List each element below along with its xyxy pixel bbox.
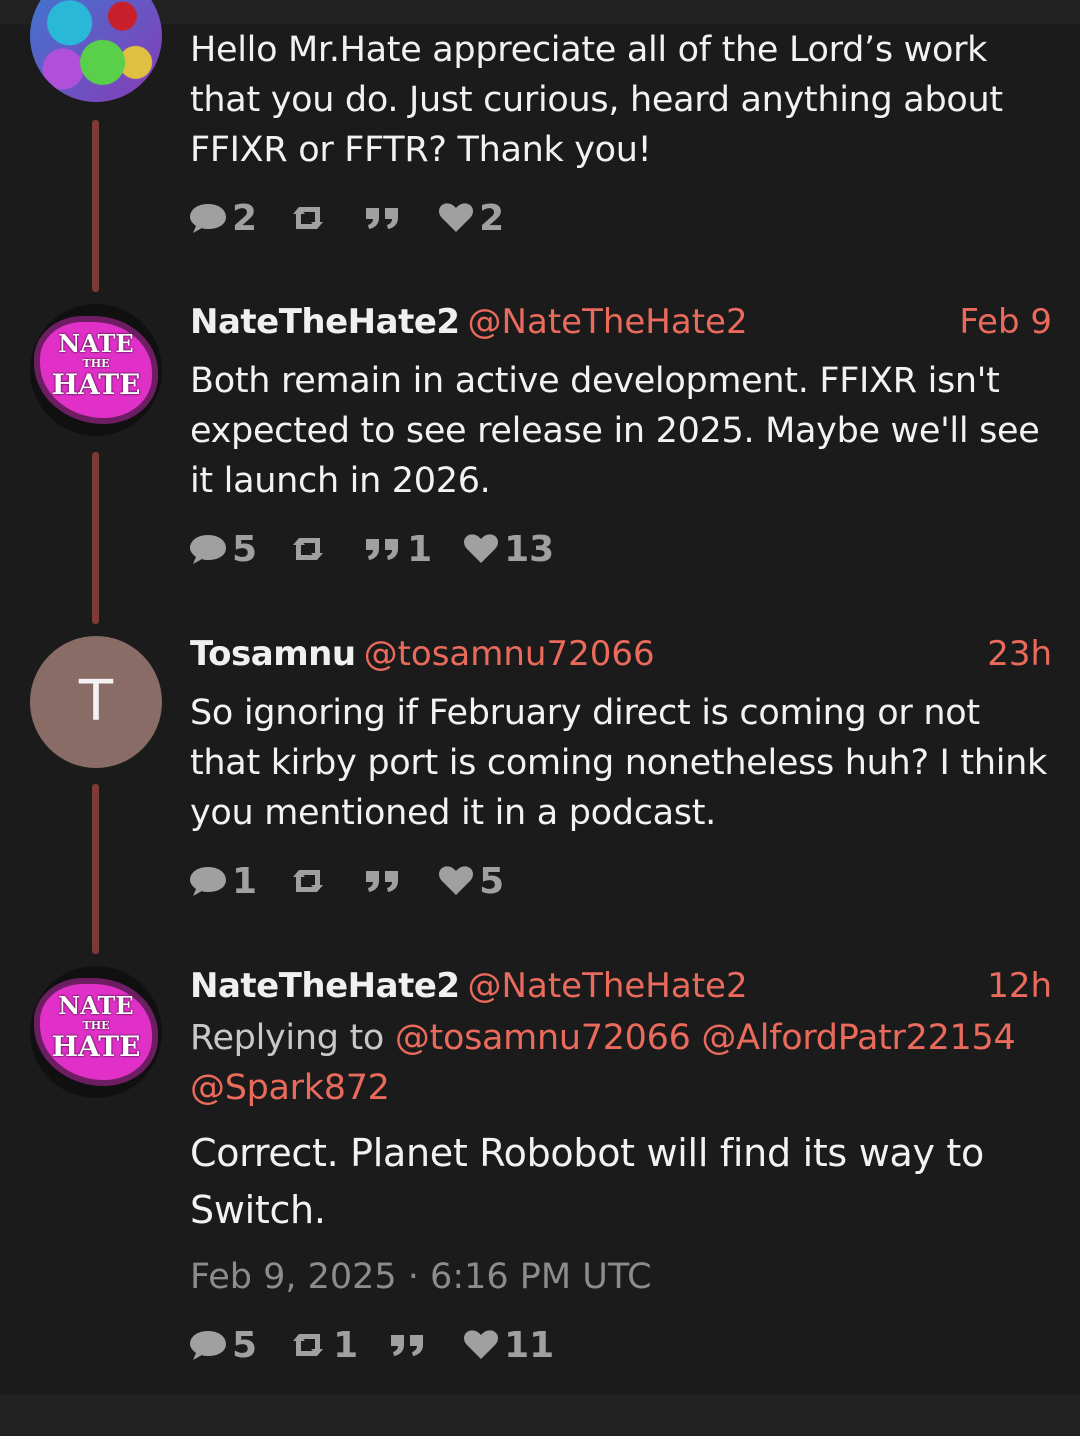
author-name[interactable]: NateTheHate2	[190, 966, 460, 1006]
like-count: 11	[504, 1324, 555, 1366]
tweet-stats: 5 1 11	[188, 1322, 584, 1368]
reply-button[interactable]: 2	[188, 198, 257, 239]
thread-line	[92, 452, 99, 624]
reply-button[interactable]: 5	[188, 529, 257, 570]
retweet-button[interactable]	[287, 202, 333, 234]
tweet-header: NateTheHate2 @NateTheHate2 Feb 9	[190, 300, 1052, 344]
tweet-datestamp[interactable]: Feb 9, 2025 · 6:16 PM UTC	[190, 1252, 652, 1302]
tweet-time[interactable]: Feb 9	[959, 300, 1052, 344]
heart-icon	[439, 866, 474, 895]
reply-count: 5	[232, 1324, 258, 1366]
quote-icon	[366, 208, 399, 229]
quote-button[interactable]	[388, 1330, 432, 1360]
mention-link[interactable]: @tosamnu72066	[395, 1018, 691, 1058]
heart-icon	[464, 1330, 499, 1359]
like-button[interactable]: 11	[462, 1325, 554, 1366]
retweet-button[interactable]	[287, 533, 333, 565]
thread-line	[92, 120, 99, 292]
avatar[interactable]: NATE THE HATE	[30, 304, 162, 436]
replying-to: Replying to @tosamnu72066 @AlfordPatr221…	[190, 1013, 1050, 1113]
mention-link[interactable]: @AlfordPatr22154	[701, 1018, 1015, 1058]
quote-button[interactable]: 1	[363, 529, 432, 570]
avatar[interactable]	[30, 0, 162, 102]
tweet-header: Tosamnu @tosamnu72066 23h	[190, 632, 1052, 676]
like-count: 5	[479, 860, 505, 902]
tweet-stats: 2 2	[188, 195, 534, 241]
quote-icon	[391, 1335, 424, 1356]
quote-button[interactable]	[363, 866, 407, 896]
retweet-button[interactable]: 1	[287, 1325, 358, 1366]
avatar[interactable]: T	[30, 636, 162, 768]
reply-button[interactable]: 5	[188, 1325, 257, 1366]
retweet-icon	[293, 870, 324, 892]
mention-link[interactable]: @Spark872	[190, 1068, 390, 1108]
like-button[interactable]: 13	[462, 529, 554, 570]
tweet-header: NateTheHate2 @NateTheHate2 12h	[190, 964, 1052, 1008]
quote-button[interactable]	[363, 203, 407, 233]
tweet-text: Hello Mr.Hate appreciate all of the Lord…	[190, 30, 1003, 170]
like-button[interactable]: 2	[437, 198, 504, 239]
replying-to-label: Replying to	[190, 1018, 385, 1058]
author-name[interactable]: Tosamnu	[190, 634, 356, 674]
tweet-text: So ignoring if February direct is coming…	[190, 693, 1047, 833]
author-handle[interactable]: @NateTheHate2	[468, 302, 748, 342]
comment-bubble-icon	[190, 867, 226, 896]
retweet-icon	[293, 538, 324, 560]
avatar[interactable]: NATE THE HATE	[30, 966, 162, 1098]
tweet-time[interactable]: 23h	[987, 632, 1052, 676]
comment-bubble-icon	[190, 535, 226, 564]
comment-bubble-icon	[190, 204, 226, 233]
top-bar	[0, 0, 1080, 24]
quote-count: 1	[407, 528, 433, 570]
quote-icon	[366, 871, 399, 892]
tweet-time[interactable]: 12h	[987, 964, 1052, 1008]
tweet-stats: 1 5	[188, 858, 534, 904]
tweet-text: Both remain in active development. FFIXR…	[190, 361, 1040, 501]
retweet-icon	[293, 1334, 324, 1356]
heart-icon	[464, 534, 499, 563]
reply-count: 2	[232, 197, 258, 239]
retweet-button[interactable]	[287, 865, 333, 897]
reply-count: 1	[232, 860, 258, 902]
quote-icon	[366, 539, 399, 560]
like-count: 2	[479, 197, 505, 239]
reply-count: 5	[232, 528, 258, 570]
author-handle[interactable]: @NateTheHate2	[468, 966, 748, 1006]
thread-line	[92, 784, 99, 954]
retweet-icon	[293, 207, 324, 229]
like-count: 13	[504, 528, 555, 570]
author-name[interactable]: NateTheHate2	[190, 302, 460, 342]
avatar-logo-text: NATE THE HATE	[51, 991, 141, 1063]
heart-icon	[439, 203, 474, 232]
comment-bubble-icon	[190, 1331, 226, 1360]
bottom-bar	[0, 1394, 1080, 1436]
tweet-stats: 5 1 13	[188, 526, 584, 572]
like-button[interactable]: 5	[437, 861, 504, 902]
author-handle[interactable]: @tosamnu72066	[364, 634, 655, 674]
reply-button[interactable]: 1	[188, 861, 257, 902]
tweet-text: Correct. Planet Robobot will find its wa…	[190, 1131, 984, 1232]
retweet-count: 1	[333, 1324, 359, 1366]
avatar-logo-text: NATE THE HATE	[51, 329, 141, 401]
